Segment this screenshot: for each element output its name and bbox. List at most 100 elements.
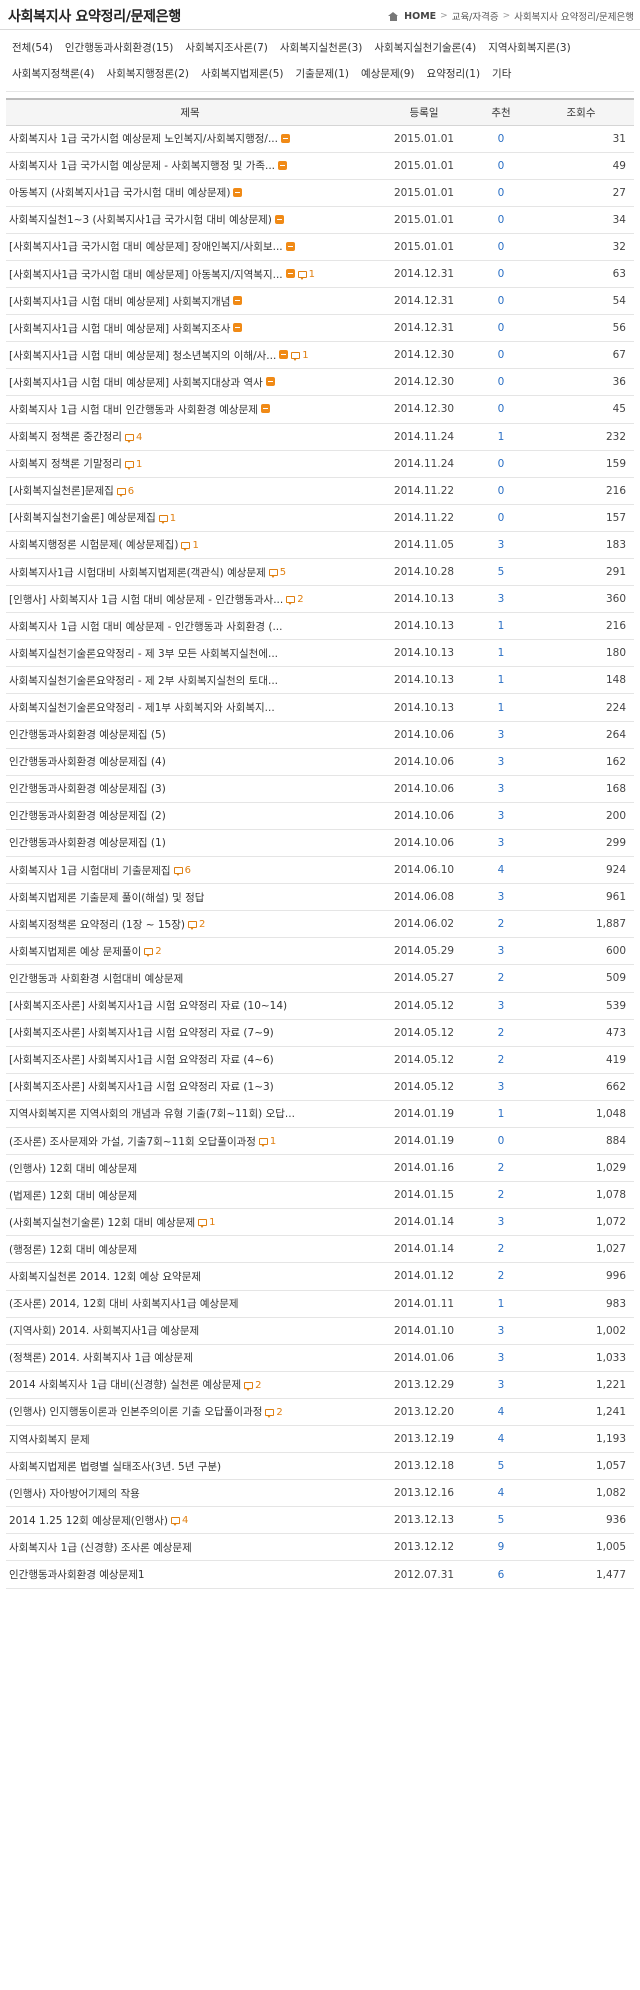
comment-count[interactable]: 2 (187, 919, 205, 931)
table-row[interactable]: [사회복지조사론] 사회복지사1급 시험 요약정리 자료 (10~14) 2014… (6, 992, 634, 1020)
post-title-link[interactable]: 사회복지사 1급 시험 대비 인간행동과 사회환경 예상문제 (9, 404, 258, 416)
post-title-link[interactable]: 인간행동과사회환경 예상문제집 (4) (9, 756, 166, 768)
post-title-link[interactable]: (행정론) 12회 대비 예상문제 (9, 1244, 137, 1256)
table-row[interactable]: 2014 사회복지사 1급 대비(신경향) 실천론 예상문제 2 2013.12.2… (6, 1371, 634, 1399)
table-row[interactable]: [인행사] 사회복지사 1급 시험 대비 예상문제 - 인간행동과사... 2 20… (6, 586, 634, 613)
category-tab[interactable]: 사회복지정책론(4) (6, 61, 101, 87)
table-row[interactable]: (정책론) 2014. 사회복지사 1급 예상문제 2014.01.06 3 1,03… (6, 1344, 634, 1372)
post-title-link[interactable]: 사회복지사1급 시험대비 사회복지법제론(객관식) 예상문제 (9, 567, 266, 579)
post-title-link[interactable]: 인간행동과 사회환경 시험대비 예상문제 (9, 973, 183, 985)
table-row[interactable]: [사회복지사1급 시험 대비 예상문제] 사회복지조사 2014.12.31 0 56 (6, 315, 634, 342)
post-title-link[interactable]: 인간행동과사회환경 예상문제집 (5) (9, 729, 166, 741)
post-title-link[interactable]: 지역사회복지론 지역사회의 개념과 유형 기출(7회~11회) 오답... (9, 1108, 295, 1120)
post-title-link[interactable]: (인행사) 인지행동이론과 인본주의이론 기출 오답풀이과정 (9, 1406, 262, 1418)
table-row[interactable]: [사회복지조사론] 사회복지사1급 시험 요약정리 자료 (7~9) 2014.0… (6, 1019, 634, 1047)
post-title-link[interactable]: [사회복지사1급 시험 대비 예상문제] 사회복지조사 (9, 323, 230, 335)
post-title-link[interactable]: [사회복지사1급 시험 대비 예상문제] 사회복지개념 (9, 296, 230, 308)
table-row[interactable]: 인간행동과사회환경 예상문제집 (3) 2014.10.06 3 168 (6, 775, 634, 803)
comment-count[interactable]: 6 (173, 865, 191, 877)
post-title-link[interactable]: 사회복지실천론 2014. 12회 예상 요약문제 (9, 1271, 201, 1283)
column-header-date[interactable]: 등록일 (374, 99, 474, 125)
table-row[interactable]: 사회복지사 1급 시험 대비 인간행동과 사회환경 예상문제 2014.12.30… (6, 396, 634, 424)
comment-count[interactable]: 4 (124, 432, 142, 443)
post-title-link[interactable]: [사회복지조사론] 사회복지사1급 시험 요약정리 자료 (7~9) (9, 1027, 274, 1039)
table-row[interactable]: (조사론) 조사문제와 가설, 기출7회~11회 오답풀이과정 1 2014.01.… (6, 1127, 634, 1155)
post-title-link[interactable]: 2014 사회복지사 1급 대비(신경향) 실천론 예상문제 (9, 1379, 241, 1391)
post-title-link[interactable]: 사회복지법제론 기출문제 풀이(해설) 및 정답 (9, 892, 204, 904)
post-title-link[interactable]: [사회복지실천기술론] 예상문제집 (9, 512, 156, 524)
post-title-link[interactable]: [사회복지조사론] 사회복지사1급 시험 요약정리 자료 (4~6) (9, 1054, 274, 1066)
post-title-link[interactable]: 사회복지법제론 법령별 실태조사(3년. 5년 구분) (9, 1461, 221, 1473)
table-row[interactable]: 사회복지사 1급 (신경향) 조사론 예상문제 2013.12.12 9 1,005 (6, 1534, 634, 1561)
category-tab[interactable]: 사회복지실천론(3) (274, 35, 369, 61)
table-row[interactable]: 인간행동과사회환경 예상문제1 2012.07.31 6 1,477 (6, 1561, 634, 1589)
post-title-link[interactable]: 사회복지실천기술론요약정리 - 제 2부 사회복지실천의 토대... (9, 675, 278, 687)
post-title-link[interactable]: (정책론) 2014. 사회복지사 1급 예상문제 (9, 1352, 193, 1364)
table-row[interactable]: 인간행동과사회환경 예상문제집 (2) 2014.10.06 3 200 (6, 802, 634, 830)
post-title-link[interactable]: [사회복지조사론] 사회복지사1급 시험 요약정리 자료 (1~3) (9, 1081, 274, 1093)
table-row[interactable]: 사회복지 정책론 기말정리 1 2014.11.24 0 159 (6, 450, 634, 478)
category-tab[interactable]: 사회복지법제론(5) (195, 61, 290, 87)
post-title-link[interactable]: (인행사) 자아방어기제의 작용 (9, 1488, 140, 1500)
table-row[interactable]: 사회복지정책론 요약정리 (1장 ~ 15장) 2 2014.06.02 2 1,887 (6, 911, 634, 938)
table-row[interactable]: 아동복지 (사회복지사1급 국가시험 대비 예상문제) 2015.01.01 0 27 (6, 179, 634, 207)
table-row[interactable]: 사회복지실천1~3 (사회복지사1급 국가시험 대비 예상문제) 2015.01.… (6, 206, 634, 234)
post-title-link[interactable]: 사회복지정책론 요약정리 (1장 ~ 15장) (9, 919, 185, 931)
post-title-link[interactable]: (법제론) 12회 대비 예상문제 (9, 1190, 137, 1202)
post-title-link[interactable]: [사회복지사1급 국가시험 대비 예상문제] 장애인복지/사회보... (9, 241, 283, 253)
table-row[interactable]: 인간행동과 사회환경 시험대비 예상문제 2014.05.27 2 509 (6, 965, 634, 992)
comment-count[interactable]: 2 (265, 1407, 283, 1418)
comment-count[interactable]: 2 (144, 946, 162, 958)
table-row[interactable]: (사회복지실천기술론) 12회 대비 예상문제 1 2014.01.14 3 1,072 (6, 1209, 634, 1236)
post-title-link[interactable]: 사회복지실천기술론요약정리 - 제1부 사회복지와 사회복지... (9, 702, 275, 714)
breadcrumb-home[interactable]: HOME (404, 11, 436, 22)
comment-count[interactable]: 6 (116, 486, 134, 497)
table-row[interactable]: 사회복지 정책론 중간정리 4 2014.11.24 1 232 (6, 423, 634, 451)
post-title-link[interactable]: (조사론) 2014, 12회 대비 사회복지사1급 예상문제 (9, 1298, 239, 1310)
post-title-link[interactable]: 인간행동과사회환경 예상문제1 (9, 1569, 145, 1581)
table-row[interactable]: [사회복지조사론] 사회복지사1급 시험 요약정리 자료 (1~3) 2014.0… (6, 1073, 634, 1101)
column-header-title[interactable]: 제목 (6, 99, 374, 125)
post-title-link[interactable]: [인행사] 사회복지사 1급 시험 대비 예상문제 - 인간행동과사... (9, 594, 283, 606)
table-row[interactable]: (행정론) 12회 대비 예상문제 2014.01.14 2 1,027 (6, 1236, 634, 1263)
category-tab[interactable]: 기출문제(1) (290, 61, 356, 87)
post-title-link[interactable]: 지역사회복지 문제 (9, 1434, 90, 1446)
column-header-views[interactable]: 조회수 (528, 99, 634, 125)
post-title-link[interactable]: (지역사회) 2014. 사회복지사1급 예상문제 (9, 1325, 199, 1337)
comment-count[interactable]: 1 (181, 540, 199, 551)
post-title-link[interactable]: 사회복지사 1급 국가시험 예상문제 - 사회복지행정 및 가족... (9, 160, 275, 172)
table-row[interactable]: 사회복지사1급 시험대비 사회복지법제론(객관식) 예상문제 5 2014.10.2… (6, 559, 634, 586)
post-title-link[interactable]: 사회복지법제론 예상 문제풀이 (9, 946, 141, 958)
table-row[interactable]: 지역사회복지 문제 2013.12.19 4 1,193 (6, 1426, 634, 1453)
post-title-link[interactable]: 사회복지실천기술론요약정리 - 제 3부 모든 사회복지실천에... (9, 648, 278, 660)
table-row[interactable]: [사회복지사1급 시험 대비 예상문제] 청소년복지의 이해/사... 1 2014… (6, 342, 634, 369)
post-title-link[interactable]: [사회복지사1급 시험 대비 예상문제] 청소년복지의 이해/사... (9, 350, 276, 362)
table-row[interactable]: [사회복지사1급 시험 대비 예상문제] 사회복지개념 2014.12.31 0 54 (6, 288, 634, 315)
post-title-link[interactable]: (조사론) 조사문제와 가설, 기출7회~11회 오답풀이과정 (9, 1136, 256, 1148)
table-row[interactable]: 2014 1.25 12회 예상문제(인행사) 4 2013.12.13 5 936 (6, 1507, 634, 1534)
post-title-link[interactable]: 사회복지 정책론 중간정리 (9, 431, 122, 443)
category-tab[interactable]: 지역사회복지론(3) (482, 35, 577, 61)
breadcrumb-category[interactable]: 교육/자격증 (452, 9, 499, 23)
post-title-link[interactable]: 사회복지사 1급 국가시험 예상문제 노인복지/사회복지행정/... (9, 133, 278, 145)
table-row[interactable]: (인행사) 인지행동이론과 인본주의이론 기출 오답풀이과정 2 2013.12.2… (6, 1398, 634, 1426)
post-title-link[interactable]: 아동복지 (사회복지사1급 국가시험 대비 예상문제) (9, 187, 230, 199)
post-title-link[interactable]: 사회복지사 1급 (신경향) 조사론 예상문제 (9, 1542, 192, 1554)
table-row[interactable]: 사회복지법제론 기출문제 풀이(해설) 및 정답 2014.06.08 3 961 (6, 884, 634, 911)
table-row[interactable]: [사회복지조사론] 사회복지사1급 시험 요약정리 자료 (4~6) 2014.0… (6, 1046, 634, 1074)
category-tab[interactable]: 요약정리(1) (421, 61, 487, 87)
table-row[interactable]: [사회복지사1급 국가시험 대비 예상문제] 아동복지/지역복지... 1 2014… (6, 260, 634, 288)
category-tab[interactable]: 전체(54) (6, 35, 59, 61)
post-title-link[interactable]: [사회복지조사론] 사회복지사1급 시험 요약정리 자료 (10~14) (9, 1000, 287, 1012)
post-title-link[interactable]: [사회복지실천론]문제집 (9, 485, 114, 497)
comment-count[interactable]: 1 (158, 513, 176, 524)
post-title-link[interactable]: 2014 1.25 12회 예상문제(인행사) (9, 1515, 168, 1527)
breadcrumb-current[interactable]: 사회복지사 요약정리/문제은행 (514, 9, 634, 23)
category-tab[interactable]: 예상문제(9) (355, 61, 421, 87)
table-row[interactable]: 사회복지실천기술론요약정리 - 제1부 사회복지와 사회복지... 2014.10… (6, 694, 634, 722)
table-row[interactable]: 사회복지실천기술론요약정리 - 제 2부 사회복지실천의 토대... 2014.1… (6, 667, 634, 694)
table-row[interactable]: 지역사회복지론 지역사회의 개념과 유형 기출(7회~11회) 오답... 201… (6, 1100, 634, 1128)
table-row[interactable]: 인간행동과사회환경 예상문제집 (1) 2014.10.06 3 299 (6, 829, 634, 857)
home-icon[interactable] (388, 11, 399, 21)
table-row[interactable]: [사회복지사1급 국가시험 대비 예상문제] 장애인복지/사회보... 2015.… (6, 233, 634, 261)
